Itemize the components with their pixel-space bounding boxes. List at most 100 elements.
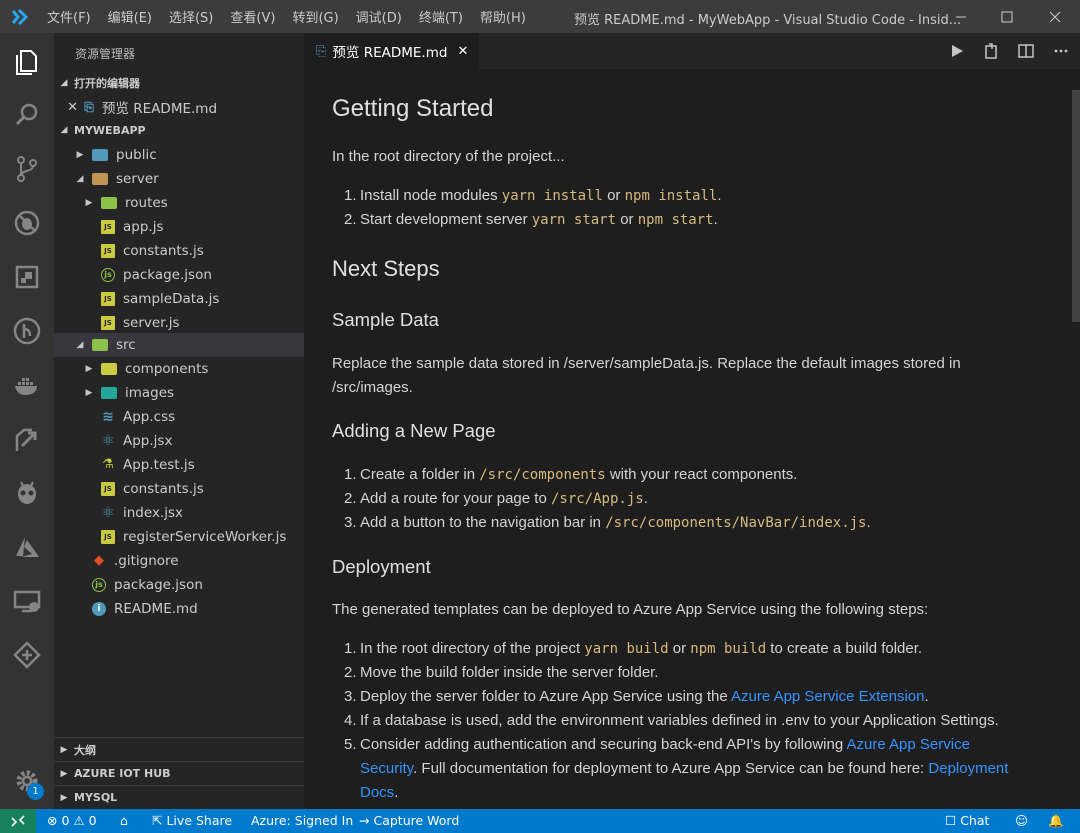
feedback-button[interactable]: ☺ — [1015, 813, 1028, 828]
tree-folder-images[interactable]: ▶ images — [54, 381, 304, 405]
explorer-activity[interactable] — [0, 39, 54, 83]
azure-iot-hub-section[interactable]: ▶ AZURE IOT HUB — [54, 761, 304, 785]
tree-file-app-js[interactable]: JS app.js — [54, 215, 304, 239]
status-bar: ⊗ 0 ⚠ 0 ⌂ ⇱ Live Share Azure: Signed In … — [0, 809, 1080, 833]
tree-label: constants.js — [123, 243, 204, 259]
tree-file-sampledata-js[interactable]: JS sampleData.js — [54, 287, 304, 311]
tree-file-root-package-json[interactable]: js package.json — [54, 573, 304, 597]
tree-folder-public[interactable]: ▶ public — [54, 143, 304, 167]
azure-icon — [16, 537, 39, 557]
tree-folder-components[interactable]: ▶ components — [54, 357, 304, 381]
tree-file-registerserviceworker-js[interactable]: JS registerServiceWorker.js — [54, 525, 304, 549]
paragraph-sample: Replace the sample data stored in /serve… — [332, 355, 961, 396]
search-activity[interactable] — [0, 93, 54, 137]
flask-icon: ⚗ — [102, 457, 114, 472]
heading-sample-data: Sample Data — [332, 309, 439, 330]
menu-go[interactable]: 转到(G) — [292, 7, 338, 26]
close-icon[interactable]: ✕ — [54, 100, 82, 115]
maximize-button[interactable] — [984, 0, 1030, 33]
react-icon: ⚛ — [101, 505, 115, 521]
link-azure-app-service-extension[interactable]: Azure App Service Extension — [731, 688, 924, 705]
docker-activity[interactable] — [0, 363, 54, 407]
debug-icon — [14, 210, 40, 236]
live-share-activity[interactable] — [0, 417, 54, 461]
mysql-section[interactable]: ▶ MYSQL — [54, 785, 304, 809]
notifications-button[interactable]: 🔔 — [1048, 813, 1064, 829]
tree-folder-server[interactable]: ◢ server — [54, 167, 304, 191]
platformio-activity[interactable] — [0, 471, 54, 515]
home-button[interactable]: ⌂ — [120, 813, 128, 828]
tree-file-app-jsx[interactable]: ⚛ App.jsx — [54, 429, 304, 453]
azure-activity[interactable] — [0, 525, 54, 569]
tree-file-app-css[interactable]: ≋ App.css — [54, 405, 304, 429]
tree-file-index-jsx[interactable]: ⚛ index.jsx — [54, 501, 304, 525]
chevron-right-icon: ▶ — [60, 792, 68, 803]
capture-word-status[interactable]: → Capture Word — [359, 813, 459, 828]
menu-help[interactable]: 帮助(H) — [480, 7, 526, 26]
remote-explorer-activity[interactable] — [0, 579, 54, 623]
open-editor-label: 预览 README.md — [102, 101, 218, 117]
menu-view[interactable]: 查看(V) — [230, 7, 275, 26]
tree-file-server-js[interactable]: JS server.js — [54, 311, 304, 335]
settings-activity[interactable] — [0, 759, 54, 803]
tree-label: src — [116, 337, 136, 353]
problems-indicator[interactable]: ⊗ 0 ⚠ 0 — [47, 813, 97, 828]
list-item: 1. Install node modules yarn install or n… — [344, 187, 722, 204]
remote-button[interactable] — [0, 809, 36, 833]
debug-activity[interactable] — [0, 201, 54, 245]
remote-icon — [11, 815, 25, 827]
paragraph-deploy: The generated templates can be deployed … — [332, 601, 929, 618]
close-icon[interactable]: ✕ — [457, 44, 468, 59]
tab-readme-preview[interactable]: ⎘ 预览 README.md ✕ — [304, 33, 479, 69]
tree-file-readme-md[interactable]: i README.md — [54, 597, 304, 621]
folder-icon — [92, 149, 108, 161]
chat-icon: ☐ — [945, 813, 957, 828]
source-control-activity[interactable] — [0, 147, 54, 191]
menu-edit[interactable]: 编辑(E) — [108, 7, 152, 26]
tree-folder-src[interactable]: ◢ src — [54, 333, 304, 357]
outline-section[interactable]: ▶ 大纲 — [54, 737, 304, 761]
extensions-icon — [15, 265, 39, 289]
tree-folder-routes[interactable]: ▶ routes — [54, 191, 304, 215]
maximize-icon — [1001, 11, 1013, 22]
tree-file-app-test-js[interactable]: ⚗ App.test.js — [54, 453, 304, 477]
docker-icon — [15, 378, 37, 395]
tree-file-package-json[interactable]: js package.json — [54, 263, 304, 287]
split-editor-button[interactable] — [1016, 41, 1036, 61]
minimize-button[interactable] — [938, 0, 984, 33]
tree-file-gitignore[interactable]: ◆ .gitignore — [54, 549, 304, 573]
list-item: 3. Deploy the server folder to Azure App … — [344, 688, 929, 705]
timeline-activity[interactable] — [0, 309, 54, 353]
error-icon: ⊗ — [47, 813, 58, 828]
menu-debug[interactable]: 调试(D) — [356, 7, 402, 26]
menu-file[interactable]: 文件(F) — [47, 7, 91, 26]
close-window-button[interactable] — [1032, 0, 1078, 33]
open-source-button[interactable] — [981, 41, 1001, 61]
css-file-icon: ≋ — [102, 409, 114, 425]
folder-icon — [101, 363, 117, 375]
extensions-activity[interactable] — [0, 255, 54, 299]
vertical-scrollbar-thumb[interactable] — [1072, 90, 1080, 322]
workspace-header[interactable]: ◢ MYWEBAPP — [54, 119, 304, 141]
tree-label: components — [125, 361, 209, 377]
azure-status[interactable]: Azure: Signed In — [251, 813, 353, 828]
live-share-status[interactable]: ⇱ Live Share — [152, 813, 232, 828]
tree-file-src-constants-js[interactable]: JS constants.js — [54, 477, 304, 501]
git-icon: ◆ — [94, 553, 104, 568]
section-label: 大纲 — [74, 743, 96, 757]
open-editors-header[interactable]: ◢ 打开的编辑器 — [54, 72, 304, 94]
run-button[interactable] — [947, 41, 967, 61]
window-title: 预览 README.md - MyWebApp - Visual Studio … — [574, 13, 962, 28]
tree-label: App.test.js — [123, 457, 195, 473]
chat-status[interactable]: ☐ Chat — [945, 813, 989, 828]
list-item: 1. In the root directory of the project y… — [344, 640, 923, 657]
workspace-label: MYWEBAPP — [74, 123, 146, 137]
menu-selection[interactable]: 选择(S) — [169, 7, 213, 26]
gitlens-activity[interactable] — [0, 633, 54, 677]
open-editor-item[interactable]: ✕ ⎘ 预览 README.md — [54, 95, 304, 119]
json-file-icon: js — [92, 578, 106, 592]
tree-file-constants-js[interactable]: JS constants.js — [54, 239, 304, 263]
home-icon: ⌂ — [120, 813, 128, 828]
menu-terminal[interactable]: 终端(T) — [419, 7, 463, 26]
more-actions-button[interactable] — [1051, 41, 1071, 61]
